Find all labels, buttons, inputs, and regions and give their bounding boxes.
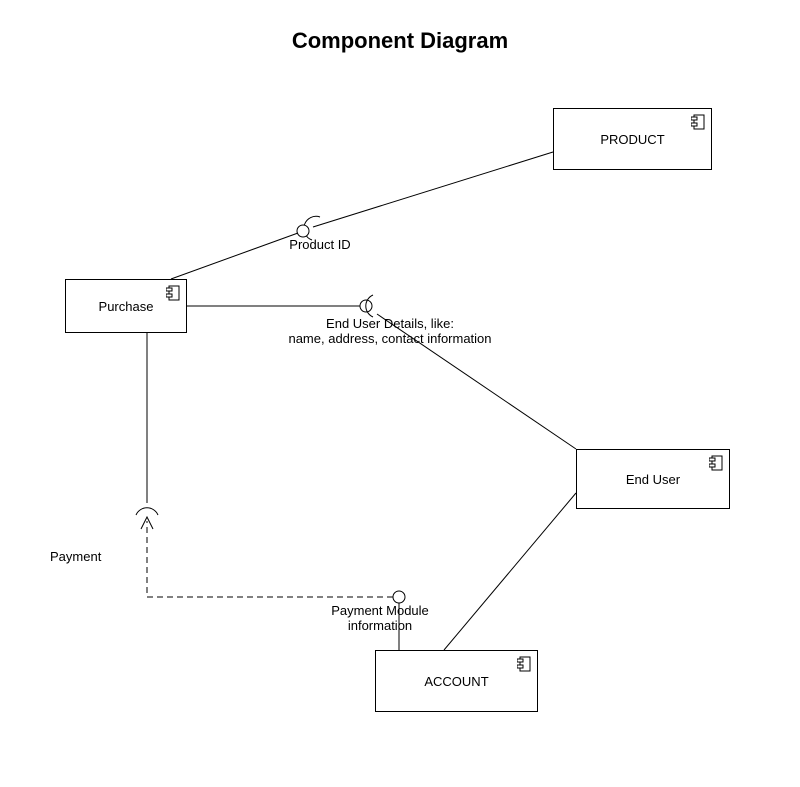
interface-payment-module-label: Payment Module information <box>300 603 460 633</box>
payment-module-line1: Payment Module <box>300 603 460 618</box>
payment-module-line2: information <box>300 618 460 633</box>
component-icon <box>691 114 705 130</box>
component-icon <box>517 656 531 672</box>
component-purchase: Purchase <box>65 279 187 333</box>
component-account: ACCOUNT <box>375 650 538 712</box>
component-end-user-label: End User <box>626 472 680 487</box>
component-product: PRODUCT <box>553 108 712 170</box>
component-end-user: End User <box>576 449 730 509</box>
interface-end-user-details-label: End User Details, like: name, address, c… <box>260 316 520 346</box>
end-user-details-line1: End User Details, like: <box>260 316 520 331</box>
component-icon <box>709 455 723 471</box>
end-user-details-line2: name, address, contact information <box>260 331 520 346</box>
diagram-title: Component Diagram <box>0 28 800 54</box>
component-account-label: ACCOUNT <box>424 674 488 689</box>
component-icon <box>166 285 180 301</box>
interface-payment-label: Payment <box>50 549 130 564</box>
interface-product-id-label: Product ID <box>265 237 375 252</box>
component-purchase-label: Purchase <box>99 299 154 314</box>
component-product-label: PRODUCT <box>600 132 664 147</box>
